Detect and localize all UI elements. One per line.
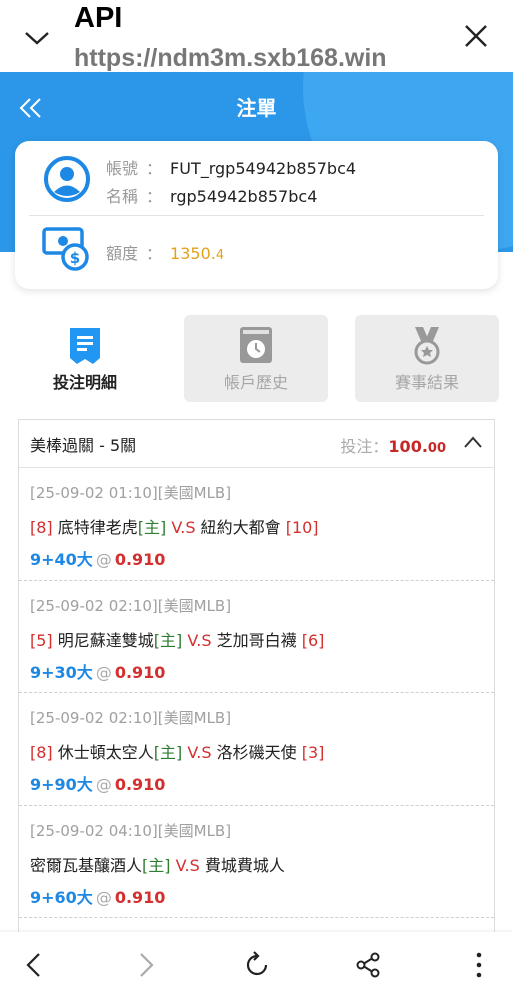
bet-odds: 0.910: [114, 775, 166, 794]
home-tag: [主]: [153, 743, 183, 762]
svg-text:$: $: [70, 249, 80, 267]
vs-label: V.S: [175, 855, 200, 875]
tab-match-results[interactable]: 賽事結果: [355, 315, 499, 402]
chevron-up-icon[interactable]: [464, 436, 482, 448]
close-icon[interactable]: [462, 22, 490, 50]
at-sign: @: [95, 887, 112, 907]
card-divider: [29, 215, 484, 216]
name-value: rgp54942b857bc4: [170, 187, 318, 206]
separator: ：: [146, 187, 163, 206]
back-icon[interactable]: [20, 950, 50, 980]
bet-item: [25-09-02 02:10][美國MLB] [5] 明尼蘇達雙城[主] V.…: [19, 581, 494, 693]
bet-item: [25-09-02 01:10][美國MLB] [8] 底特律老虎[主] V.S…: [19, 468, 494, 581]
bet-odds: 0.910: [114, 662, 166, 682]
bet-item: [25-09-02 02:10][美國MLB] [8] 休士頓太空人[主] V.…: [19, 693, 494, 806]
document-icon: [70, 328, 100, 364]
home-rank: [8]: [30, 743, 53, 762]
separator: ：: [146, 244, 163, 263]
webview-title: API: [74, 2, 123, 34]
account-card: 帳號 ： FUT_rgp54942b857bc4 名稱 ： rgp54942b857bc…: [15, 141, 498, 289]
stake-value: 100.00: [388, 437, 446, 456]
name-label: 名稱: [106, 187, 139, 206]
share-icon[interactable]: [353, 950, 383, 980]
away-rank: [6]: [301, 630, 325, 650]
browser-bottom-bar: [0, 932, 513, 1000]
bet-odds-row: 9+40大 @0.910: [30, 546, 165, 570]
bet-item: [25-09-02 04:10][美國MLB] 密爾瓦基釀酒人[主] V.S 費…: [19, 806, 494, 918]
bet-match: [5] 明尼蘇達雙城[主] V.S 芝加哥白襪 [6]: [30, 627, 324, 651]
webview-topbar: API https://ndm3m.sxb168.win: [0, 0, 513, 72]
bet-odds: 0.910: [114, 550, 166, 569]
home-rank: [8]: [30, 518, 53, 537]
credit-value-main: 1350.: [170, 244, 216, 263]
more-vertical-icon[interactable]: [464, 950, 494, 980]
bet-odds: 0.910: [114, 887, 166, 907]
vs-label: V.S: [187, 630, 212, 650]
credit-value-small: 4: [215, 248, 225, 263]
away-rank: [3]: [301, 743, 325, 762]
at-sign: @: [95, 662, 112, 682]
away-team: 費城費城人: [204, 855, 285, 875]
separator: ：: [146, 159, 163, 178]
account-value: FUT_rgp54942b857bc4: [170, 159, 357, 178]
vs-label: V.S: [187, 743, 212, 762]
home-team: 密爾瓦基釀酒人: [30, 855, 143, 875]
user-avatar-icon: [44, 156, 90, 202]
medal-icon: [414, 327, 440, 365]
away-team: 芝加哥白襪: [216, 630, 297, 650]
bet-odds-row: 9+60大 @0.910: [30, 884, 165, 908]
parlay-title: 美棒過關 - 5關: [30, 436, 137, 455]
bet-odds-row: 9+90大 @0.910: [30, 771, 165, 795]
bet-pick: 9+30大: [30, 662, 93, 682]
panel-header[interactable]: 美棒過關 - 5關 投注：100.00: [19, 420, 494, 468]
away-rank: [10]: [285, 518, 319, 537]
tab-label: 帳戶歷史: [223, 373, 288, 392]
at-sign: @: [95, 775, 112, 794]
credit-label: 額度: [106, 244, 139, 263]
money-icon: $: [42, 227, 89, 271]
bet-pick: 9+90大: [30, 775, 93, 794]
home-team: 底特律老虎: [57, 518, 138, 537]
bet-match: [8] 休士頓太空人[主] V.S 洛杉磯天使 [3]: [30, 739, 324, 763]
away-team: 紐約大都會: [200, 518, 281, 537]
tab-account-history[interactable]: 帳戶歷史: [184, 315, 328, 402]
home-tag: [主]: [137, 518, 167, 537]
bet-match: 密爾瓦基釀酒人[主] V.S 費城費城人: [30, 852, 285, 876]
account-row: 帳號 ： FUT_rgp54942b857bc4: [106, 155, 356, 179]
webview-url: https://ndm3m.sxb168.win: [74, 44, 387, 72]
stake-amount: 投注：100.00: [340, 433, 446, 457]
bet-datetime: [25-09-02 02:10][美國MLB]: [30, 596, 232, 615]
credit-row: 額度 ： 1350.4: [106, 240, 224, 264]
credit-value: 1350.4: [170, 244, 224, 263]
home-tag: [主]: [153, 630, 183, 650]
account-label: 帳號: [106, 159, 139, 178]
stake-value-main: 100.: [388, 437, 428, 456]
bet-panel: 美棒過關 - 5關 投注：100.00 [25-09-02 01:10][美國M…: [18, 419, 495, 939]
bet-datetime: [25-09-02 02:10][美國MLB]: [30, 709, 232, 727]
tab-label: 投注明細: [52, 373, 117, 392]
bet-datetime: [25-09-02 04:10][美國MLB]: [30, 821, 232, 840]
bet-datetime: [25-09-02 01:10][美國MLB]: [30, 484, 232, 502]
chevron-down-icon[interactable]: [22, 24, 52, 50]
clock-book-icon: [240, 327, 272, 363]
home-team: 明尼蘇達雙城: [57, 630, 154, 650]
vs-label: V.S: [171, 518, 196, 537]
home-rank: [5]: [30, 630, 53, 650]
bet-match: [8] 底特律老虎[主] V.S 紐約大都會 [10]: [30, 514, 319, 538]
bet-pick: 9+60大: [30, 887, 93, 907]
bet-pick: 9+40大: [30, 550, 93, 569]
away-team: 洛杉磯天使: [216, 743, 297, 762]
stake-value-small: 00: [427, 441, 446, 456]
tab-label: 賽事結果: [394, 373, 459, 392]
forward-icon[interactable]: [130, 950, 160, 980]
name-row: 名稱 ： rgp54942b857bc4: [106, 183, 317, 207]
page-title: 注單: [236, 96, 277, 120]
tab-bet-details[interactable]: 投注明細: [13, 315, 157, 402]
home-tag: [主]: [142, 855, 171, 875]
home-team: 休士頓太空人: [57, 743, 154, 762]
refresh-icon[interactable]: [242, 950, 272, 980]
bet-odds-row: 9+30大 @0.910: [30, 659, 165, 683]
stake-label: 投注：: [340, 437, 389, 456]
at-sign: @: [95, 550, 112, 569]
